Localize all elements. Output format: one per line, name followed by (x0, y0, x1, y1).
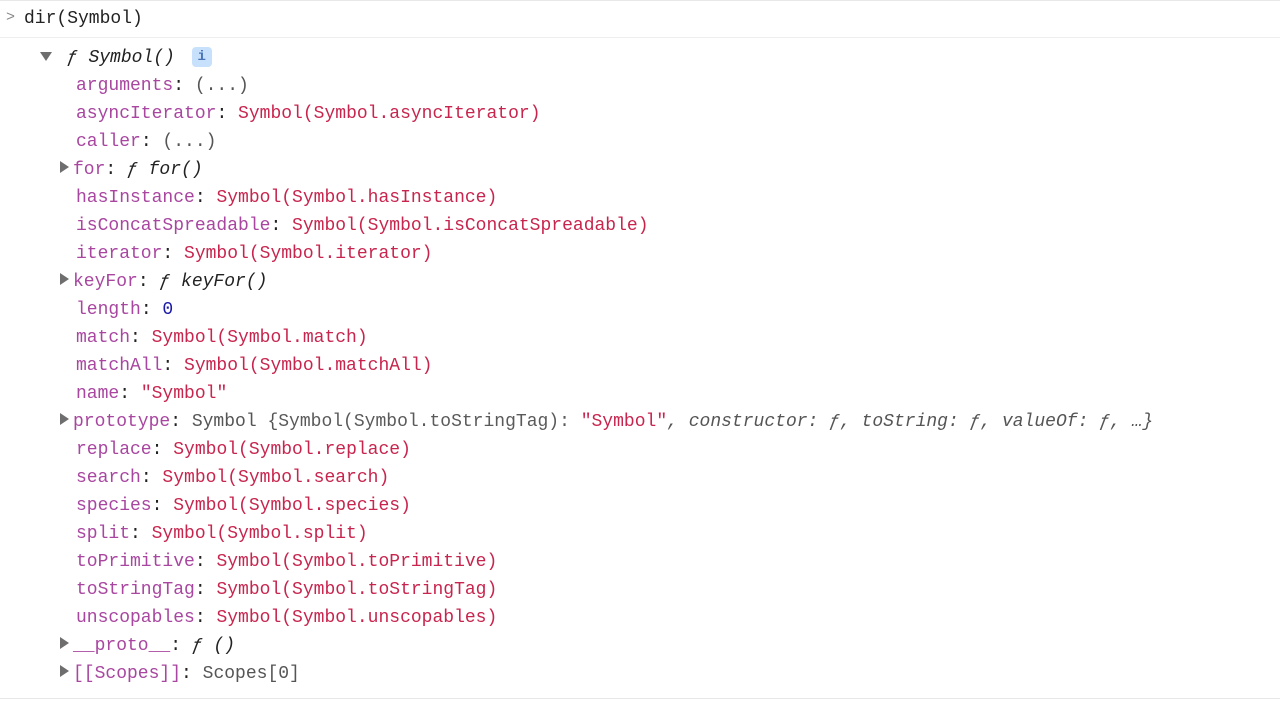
prop-replace[interactable]: replace: Symbol(Symbol.replace) (0, 436, 1280, 464)
prototype-first-key: Symbol(Symbol.toStringTag): (278, 412, 580, 432)
console-input-row: > dir(Symbol) (0, 1, 1280, 38)
prop-key: caller (76, 132, 141, 152)
prop-key: species (76, 496, 152, 516)
prop-key: hasInstance (76, 188, 195, 208)
expand-toggle-icon[interactable] (60, 637, 69, 649)
prop-key: replace (76, 440, 152, 460)
prop-scopes[interactable]: [[Scopes]]: Scopes[0] (0, 660, 1280, 688)
prop-key: __proto__ (73, 636, 170, 656)
prop-key: unscopables (76, 608, 195, 628)
prop-split[interactable]: split: Symbol(Symbol.split) (0, 520, 1280, 548)
prop-iterator[interactable]: iterator: Symbol(Symbol.iterator) (0, 240, 1280, 268)
console-output: ƒ Symbol() i arguments: (...) asyncItera… (0, 38, 1280, 698)
prop-value: Symbol(Symbol.asyncIterator) (238, 104, 540, 124)
function-glyph: ƒ (67, 48, 78, 68)
prop-key: toStringTag (76, 580, 195, 600)
prop-hasInstance[interactable]: hasInstance: Symbol(Symbol.hasInstance) (0, 184, 1280, 212)
prop-key: iterator (76, 244, 162, 264)
prop-key: match (76, 328, 130, 348)
expand-toggle-icon[interactable] (60, 273, 69, 285)
prop-proto[interactable]: __proto__: ƒ () (0, 632, 1280, 660)
prop-caller[interactable]: caller: (...) (0, 128, 1280, 156)
expand-toggle-icon[interactable] (60, 161, 69, 173)
prop-value: Symbol(Symbol.toPrimitive) (216, 552, 497, 572)
prop-search[interactable]: search: Symbol(Symbol.search) (0, 464, 1280, 492)
prop-value: ƒ for() (127, 160, 203, 180)
prototype-rest: , constructor: ƒ, toString: ƒ, valueOf: … (667, 412, 1153, 432)
prop-isConcatSpreadable[interactable]: isConcatSpreadable: Symbol(Symbol.isConc… (0, 212, 1280, 240)
prop-keyFor[interactable]: keyFor: ƒ keyFor() (0, 268, 1280, 296)
prop-key: search (76, 468, 141, 488)
prop-unscopables[interactable]: unscopables: Symbol(Symbol.unscopables) (0, 604, 1280, 632)
prop-match[interactable]: match: Symbol(Symbol.match) (0, 324, 1280, 352)
prop-value: "Symbol" (141, 384, 227, 404)
info-icon[interactable]: i (192, 47, 212, 67)
prop-value: ƒ keyFor() (159, 272, 267, 292)
prop-value: ƒ () (192, 636, 235, 656)
prop-value: 0 (162, 300, 173, 320)
prop-value: (...) (195, 76, 249, 96)
prop-key: toPrimitive (76, 552, 195, 572)
prop-value: Symbol(Symbol.unscopables) (216, 608, 497, 628)
prop-prototype[interactable]: prototype: Symbol {Symbol(Symbol.toStrin… (0, 408, 1280, 436)
prop-key: split (76, 524, 130, 544)
prop-value: Scopes[0] (203, 664, 300, 684)
prop-key: length (76, 300, 141, 320)
prop-arguments[interactable]: arguments: (...) (0, 72, 1280, 100)
prop-name[interactable]: name: "Symbol" (0, 380, 1280, 408)
prop-value: Symbol(Symbol.toStringTag) (216, 580, 497, 600)
prompt-chevron-icon: > (6, 7, 15, 29)
prototype-first-val: "Symbol" (581, 412, 667, 432)
prop-length[interactable]: length: 0 (0, 296, 1280, 324)
prop-toStringTag[interactable]: toStringTag: Symbol(Symbol.toStringTag) (0, 576, 1280, 604)
prop-matchAll[interactable]: matchAll: Symbol(Symbol.matchAll) (0, 352, 1280, 380)
prop-species[interactable]: species: Symbol(Symbol.species) (0, 492, 1280, 520)
prototype-head: Symbol { (192, 412, 278, 432)
prop-key: isConcatSpreadable (76, 216, 270, 236)
prop-key: [[Scopes]] (73, 664, 181, 684)
prop-key: name (76, 384, 119, 404)
expand-toggle-icon[interactable] (60, 665, 69, 677)
prop-asyncIterator[interactable]: asyncIterator: Symbol(Symbol.asyncIterat… (0, 100, 1280, 128)
prop-value: Symbol(Symbol.species) (173, 496, 411, 516)
prop-value: Symbol(Symbol.match) (152, 328, 368, 348)
collapse-toggle-icon[interactable] (40, 52, 52, 61)
prop-value: Symbol(Symbol.split) (152, 524, 368, 544)
prop-value: Symbol(Symbol.iterator) (184, 244, 432, 264)
console-panel: > dir(Symbol) ƒ Symbol() i arguments: (.… (0, 0, 1280, 699)
prop-value: Symbol(Symbol.matchAll) (184, 356, 432, 376)
prop-value: Symbol(Symbol.search) (162, 468, 389, 488)
prop-key: arguments (76, 76, 173, 96)
console-command[interactable]: dir(Symbol) (24, 5, 143, 33)
object-name: Symbol() (88, 48, 174, 68)
prop-value: Symbol(Symbol.replace) (173, 440, 411, 460)
prop-key: for (73, 160, 105, 180)
prop-key: prototype (73, 412, 170, 432)
prop-key: keyFor (73, 272, 138, 292)
prop-toPrimitive[interactable]: toPrimitive: Symbol(Symbol.toPrimitive) (0, 548, 1280, 576)
prop-for[interactable]: for: ƒ for() (0, 156, 1280, 184)
prop-key: asyncIterator (76, 104, 216, 124)
expand-toggle-icon[interactable] (60, 413, 69, 425)
prop-value: (...) (162, 132, 216, 152)
prop-key: matchAll (76, 356, 162, 376)
object-header[interactable]: ƒ Symbol() i (0, 44, 1280, 72)
prop-value: Symbol(Symbol.isConcatSpreadable) (292, 216, 648, 236)
prop-value: Symbol(Symbol.hasInstance) (216, 188, 497, 208)
